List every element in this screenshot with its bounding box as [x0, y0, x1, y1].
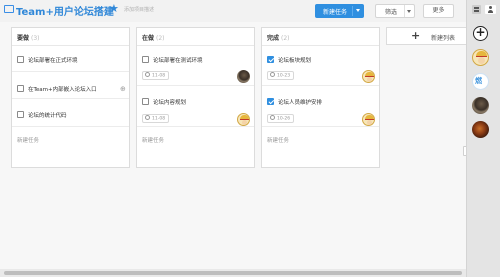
assignee-avatar[interactable]: [362, 113, 375, 126]
filter-button[interactable]: 筛选: [375, 4, 415, 18]
horizontal-scrollbar[interactable]: [0, 269, 466, 277]
task-title[interactable]: 论坛人员维护安排: [278, 98, 322, 106]
scrollbar-thumb[interactable]: [4, 271, 462, 275]
avatar-face: [478, 57, 485, 64]
task-card[interactable]: 论坛板块规划 10-23: [262, 46, 379, 86]
member-sidebar: [466, 0, 500, 277]
task-card[interactable]: 论坛部署在正式环境: [12, 46, 129, 72]
chevron-down-icon[interactable]: [407, 10, 411, 13]
chevron-down-icon[interactable]: [356, 9, 360, 12]
task-card[interactable]: 论坛内容规划 11-08: [137, 86, 254, 127]
task-title[interactable]: 在Team+内部嵌入论坛入口: [28, 85, 97, 93]
member-avatar-text: 燃: [475, 77, 482, 85]
task-checkbox-checked[interactable]: [267, 56, 274, 63]
column-title: 要做: [17, 35, 30, 42]
column-count: (3): [31, 35, 40, 42]
star-icon[interactable]: ★: [109, 2, 119, 16]
column-header: 要做 (3): [17, 33, 40, 42]
due-date-badge: 11-08: [142, 71, 170, 80]
avatar-face: [367, 120, 372, 125]
task-title[interactable]: 论坛的统计代码: [28, 111, 67, 119]
plus-icon: +: [411, 29, 421, 42]
column-header: 在做 (2): [142, 33, 165, 42]
project-description[interactable]: 添加项目描述: [124, 6, 154, 13]
assignee-avatar[interactable]: [237, 70, 250, 83]
new-list-label: 新建列表: [431, 35, 456, 42]
task-checkbox[interactable]: [17, 85, 24, 92]
button-divider: [404, 5, 405, 17]
task-title[interactable]: 论坛板块规划: [278, 56, 311, 64]
new-task-link[interactable]: 新建任务: [17, 136, 39, 144]
user-icon[interactable]: [485, 5, 496, 14]
member-avatar[interactable]: [472, 97, 489, 114]
folder-icon: [4, 5, 14, 13]
due-date-badge: 11-08: [142, 114, 170, 123]
new-task-link[interactable]: 新建任务: [142, 136, 164, 144]
assignee-avatar[interactable]: [362, 70, 375, 83]
member-avatar[interactable]: 燃: [472, 73, 489, 90]
column-count: (2): [281, 35, 290, 42]
task-card[interactable]: 在Team+内部嵌入论坛入口 ⊕: [12, 72, 129, 99]
member-avatar[interactable]: [472, 121, 489, 138]
grid-view-icon[interactable]: [472, 5, 481, 14]
new-task-button-label: 新建任务: [323, 9, 348, 16]
due-date: 10-23: [277, 73, 291, 79]
task-checkbox[interactable]: [142, 98, 149, 105]
task-checkbox[interactable]: [17, 56, 24, 63]
task-checkbox[interactable]: [142, 56, 149, 63]
task-title[interactable]: 论坛部署在正式环境: [28, 56, 78, 64]
column-title: 完成: [267, 35, 280, 42]
task-title[interactable]: 论坛内容规划: [153, 98, 186, 106]
kanban-board: 要做 (3) 论坛部署在正式环境 在Team+内部嵌入论坛入口 ⊕ 论坛的统计代码…: [0, 22, 466, 269]
column-doing: 在做 (2) 论坛部署在测试环境 11-08 论坛内容规划 11-08 新建任务: [136, 27, 255, 168]
member-avatar[interactable]: [472, 49, 489, 66]
add-circle-icon[interactable]: ⊕: [120, 85, 126, 93]
task-checkbox[interactable]: [17, 111, 24, 118]
clock-icon: [145, 115, 150, 120]
task-card[interactable]: 论坛人员维护安排 10-26: [262, 86, 379, 127]
more-button[interactable]: 更多: [423, 4, 454, 18]
clock-icon: [145, 72, 150, 77]
due-date: 11-08: [152, 73, 166, 79]
filter-button-label: 筛选: [385, 9, 398, 16]
clock-icon: [270, 115, 275, 120]
task-card[interactable]: 论坛的统计代码: [12, 99, 129, 127]
avatar-face: [367, 77, 372, 82]
column-title: 在做: [142, 35, 155, 42]
add-member-button[interactable]: +: [473, 26, 488, 41]
task-title[interactable]: 论坛部署在测试环境: [153, 56, 203, 64]
assignee-avatar[interactable]: [237, 113, 250, 126]
project-header: Team+用户论坛搭建 ★ 添加项目描述 新建任务 筛选 更多: [0, 0, 466, 22]
new-task-button[interactable]: 新建任务: [315, 4, 364, 18]
button-divider: [352, 6, 353, 16]
column-done: 完成 (2) 论坛板块规划 10-23 论坛人员维护安排 10-26 新建任务: [261, 27, 380, 168]
avatar-face: [242, 120, 247, 125]
due-date: 10-26: [277, 116, 291, 122]
new-task-link[interactable]: 新建任务: [267, 136, 289, 144]
due-date-badge: 10-26: [267, 114, 295, 123]
column-todo: 要做 (3) 论坛部署在正式环境 在Team+内部嵌入论坛入口 ⊕ 论坛的统计代码…: [11, 27, 130, 168]
column-header: 完成 (2): [267, 33, 290, 42]
column-count: (2): [156, 35, 165, 42]
task-card[interactable]: 论坛部署在测试环境 11-08: [137, 46, 254, 86]
new-list-button[interactable]: + 新建列表: [386, 27, 466, 45]
clock-icon: [270, 72, 275, 77]
due-date: 11-08: [152, 116, 166, 122]
task-checkbox-checked[interactable]: [267, 98, 274, 105]
project-title[interactable]: Team+用户论坛搭建: [16, 3, 114, 18]
due-date-badge: 10-23: [267, 71, 295, 80]
